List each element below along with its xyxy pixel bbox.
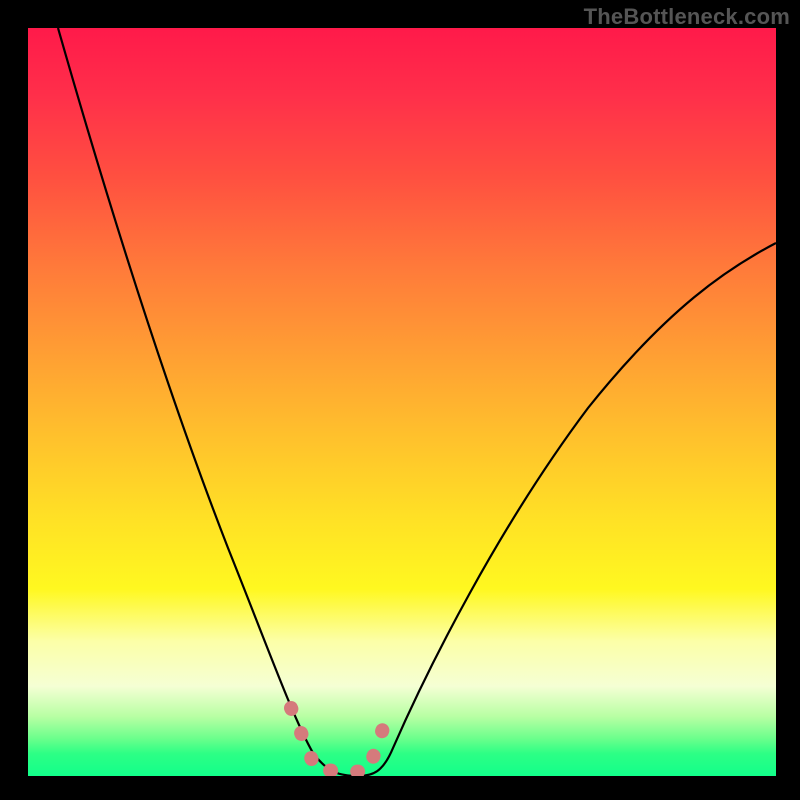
watermark-text: TheBottleneck.com bbox=[584, 4, 790, 30]
curve-left-branch bbox=[58, 28, 358, 776]
chart-overlay bbox=[28, 28, 776, 776]
curve-right-branch bbox=[358, 243, 776, 776]
chart-container: TheBottleneck.com bbox=[0, 0, 800, 800]
